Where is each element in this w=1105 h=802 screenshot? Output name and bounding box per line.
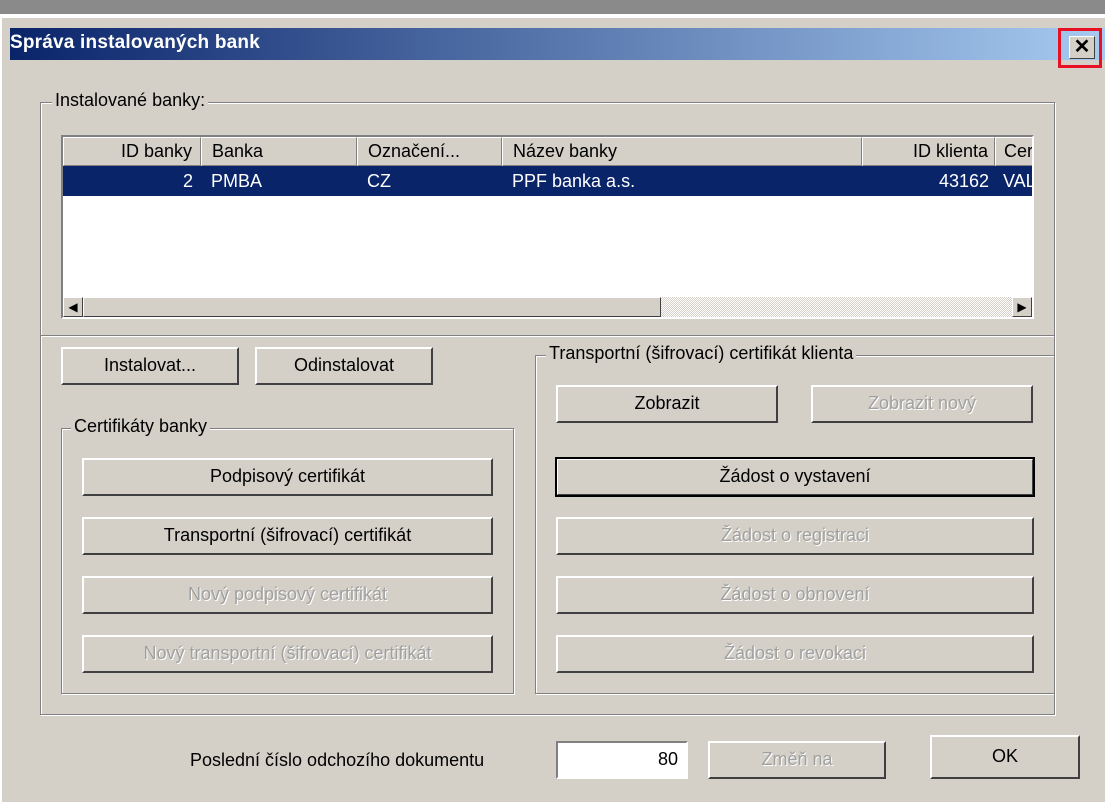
horizontal-scrollbar[interactable]: ◀ ▶ <box>63 297 1032 317</box>
last-document-input[interactable]: 80 <box>556 741 688 779</box>
close-icon: ✕ <box>1073 36 1091 58</box>
installed-banks-label: Instalované banky: <box>52 90 209 111</box>
banks-list[interactable]: ID banky Banka Označení... Název banky I… <box>61 135 1034 319</box>
column-header-client-id[interactable]: ID klienta <box>862 137 995 166</box>
table-row[interactable]: 2 PMBA CZ PPF banka a.s. 43162 VAL <box>63 166 1032 196</box>
scroll-right-button[interactable]: ▶ <box>1012 297 1032 317</box>
arrow-left-icon: ◀ <box>68 300 78 314</box>
scroll-thumb[interactable] <box>83 297 661 317</box>
column-header-cert[interactable]: Certi <box>995 137 1032 166</box>
ok-button[interactable]: OK <box>930 735 1080 779</box>
main-frame <box>40 336 1055 715</box>
cell-name: PPF banka a.s. <box>512 171 636 191</box>
cell-cert: VAL <box>1003 171 1033 191</box>
last-document-label: Poslední číslo odchozího dokumentu <box>190 750 485 770</box>
column-header-code[interactable]: Označení... <box>357 137 502 166</box>
scroll-left-button[interactable]: ◀ <box>63 297 83 317</box>
change-to-button[interactable]: Změň na <box>708 741 886 779</box>
cell-code: CZ <box>367 171 391 191</box>
top-bar <box>0 0 1105 14</box>
window-title: Správa instalovaných bank <box>10 32 260 53</box>
close-button[interactable]: ✕ <box>1069 36 1095 59</box>
column-header-id[interactable]: ID banky <box>63 137 201 166</box>
arrow-right-icon: ▶ <box>1017 300 1027 314</box>
cell-client-id: 43162 <box>938 171 989 191</box>
cell-bank: PMBA <box>211 171 263 191</box>
column-header-name[interactable]: Název banky <box>502 137 862 166</box>
cell-id: 2 <box>182 171 193 191</box>
column-header-bank[interactable]: Banka <box>201 137 357 166</box>
